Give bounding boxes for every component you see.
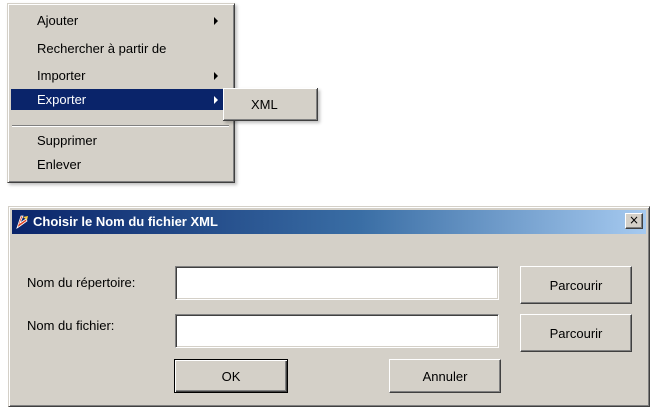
context-menu: Ajouter Rechercher à partir de Importer …	[7, 3, 235, 183]
submenu-arrow-icon	[214, 17, 218, 25]
menu-item-label: Importer	[37, 68, 86, 83]
submenu-arrow-icon	[214, 72, 218, 80]
browse-filename-button[interactable]: Parcourir	[520, 314, 632, 352]
menu-item-label: Enlever	[37, 157, 82, 172]
directory-label: Nom du répertoire:	[27, 275, 136, 290]
menu-separator	[12, 125, 229, 127]
browse-directory-button[interactable]: Parcourir	[520, 266, 632, 304]
dialog-title: Choisir le Nom du fichier XML	[33, 214, 218, 229]
close-icon: ×	[628, 213, 640, 227]
ok-button[interactable]: OK	[174, 359, 288, 393]
filename-label: Nom du fichier:	[27, 318, 115, 333]
cancel-button[interactable]: Annuler	[389, 359, 501, 393]
menu-item-rechercher[interactable]: Rechercher à partir de	[11, 38, 230, 59]
menu-item-label: Exporter	[37, 92, 87, 107]
menu-item-label: Supprimer	[37, 133, 97, 148]
menu-item-supprimer[interactable]: Supprimer	[11, 130, 230, 151]
export-submenu: XML	[223, 88, 318, 121]
menu-item-label: XML	[251, 97, 278, 112]
app-icon	[16, 215, 28, 229]
directory-input[interactable]	[175, 266, 499, 300]
close-button[interactable]: ×	[625, 213, 643, 229]
menu-item-enlever[interactable]: Enlever	[11, 154, 230, 175]
submenu-item-xml[interactable]: XML	[226, 94, 314, 115]
menu-item-label: Rechercher à partir de	[37, 41, 167, 56]
menu-item-importer[interactable]: Importer	[11, 65, 230, 86]
submenu-arrow-icon	[214, 96, 218, 104]
file-name-dialog: Choisir le Nom du fichier XML × Nom du r…	[8, 206, 650, 407]
menu-item-ajouter[interactable]: Ajouter	[11, 10, 230, 31]
title-bar[interactable]: Choisir le Nom du fichier XML ×	[12, 210, 646, 234]
filename-input[interactable]	[175, 314, 499, 348]
menu-item-exporter[interactable]: Exporter	[11, 89, 230, 110]
menu-item-label: Ajouter	[37, 13, 79, 28]
